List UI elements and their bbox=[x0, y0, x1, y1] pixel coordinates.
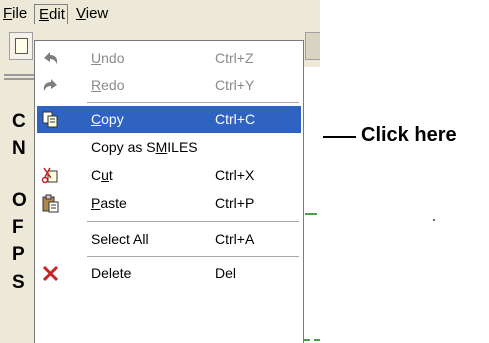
atom-button-c[interactable]: C bbox=[12, 111, 32, 133]
menu-item-copy-label: Copy bbox=[91, 111, 124, 127]
edit-menu-dropdown: Undo Ctrl+Z Redo Ctrl+Y Copy Ctrl+C Copy… bbox=[34, 40, 304, 343]
menu-separator bbox=[87, 221, 299, 223]
annotation-pointer-line bbox=[323, 136, 356, 138]
menu-item-select-all-label: Select All bbox=[91, 231, 149, 247]
atom-button-p[interactable]: P bbox=[12, 244, 32, 266]
canvas-dot bbox=[433, 219, 435, 221]
menu-item-undo-shortcut: Ctrl+Z bbox=[215, 50, 254, 66]
menu-edit-label: dit bbox=[49, 6, 65, 23]
toolbar-button-partial[interactable] bbox=[305, 32, 320, 60]
app-window: File Edit View C N O F P S Undo Ctrl+Z R… bbox=[0, 0, 320, 343]
atom-button-n[interactable]: N bbox=[12, 138, 32, 160]
canvas-bond-fragment bbox=[305, 213, 317, 215]
new-document-button[interactable] bbox=[9, 32, 33, 60]
copy-icon bbox=[42, 111, 58, 128]
menu-item-delete-label: Delete bbox=[91, 265, 132, 281]
menu-item-cut-shortcut: Ctrl+X bbox=[215, 167, 255, 183]
menu-item-copy-as-smiles-label: Copy as SMILES bbox=[91, 139, 198, 155]
menu-item-delete[interactable]: Delete Del bbox=[37, 260, 301, 287]
paste-icon bbox=[42, 194, 59, 213]
atom-button-f[interactable]: F bbox=[12, 217, 32, 239]
menu-separator bbox=[87, 102, 299, 104]
menu-item-cut-label: Cut bbox=[91, 167, 113, 183]
menu-file-label: ile bbox=[12, 5, 28, 22]
redo-icon bbox=[43, 79, 57, 91]
menu-item-redo[interactable]: Redo Ctrl+Y bbox=[37, 72, 301, 99]
menu-view[interactable]: View bbox=[76, 4, 108, 24]
menu-item-paste-shortcut: Ctrl+P bbox=[215, 195, 255, 211]
menu-bar: File Edit View bbox=[0, 0, 320, 27]
menu-item-cut[interactable]: Cut Ctrl+X bbox=[37, 162, 301, 189]
menu-item-undo[interactable]: Undo Ctrl+Z bbox=[37, 45, 301, 72]
cut-icon bbox=[41, 167, 58, 184]
undo-icon bbox=[44, 52, 58, 64]
menu-view-mnemonic: V bbox=[76, 5, 86, 22]
menu-view-label: iew bbox=[85, 5, 109, 22]
menu-edit-mnemonic: E bbox=[39, 6, 50, 23]
menu-file[interactable]: File bbox=[3, 4, 27, 24]
menu-item-redo-shortcut: Ctrl+Y bbox=[215, 77, 255, 93]
annotation-callout: Click here bbox=[361, 124, 457, 146]
menu-item-copy[interactable]: Copy Ctrl+C bbox=[37, 106, 301, 133]
menu-item-paste[interactable]: Paste Ctrl+P bbox=[37, 190, 301, 217]
menu-item-select-all[interactable]: Select All Ctrl+A bbox=[37, 226, 301, 253]
menu-item-paste-label: Paste bbox=[91, 195, 127, 211]
menu-item-delete-shortcut: Del bbox=[215, 265, 237, 281]
delete-icon bbox=[42, 265, 59, 282]
menu-item-select-all-shortcut: Ctrl+A bbox=[215, 231, 255, 247]
menu-item-copy-as-smiles[interactable]: Copy as SMILES bbox=[37, 134, 301, 161]
atom-button-s[interactable]: S bbox=[12, 272, 32, 294]
menu-item-redo-label: Redo bbox=[91, 77, 125, 93]
menu-file-mnemonic: F bbox=[3, 5, 13, 22]
menu-item-copy-shortcut: Ctrl+C bbox=[215, 111, 256, 127]
menu-separator bbox=[87, 256, 299, 258]
menu-item-undo-label: Undo bbox=[91, 50, 125, 66]
new-document-icon bbox=[15, 38, 28, 54]
atom-button-o[interactable]: O bbox=[12, 190, 32, 212]
menu-edit[interactable]: Edit bbox=[34, 4, 68, 24]
